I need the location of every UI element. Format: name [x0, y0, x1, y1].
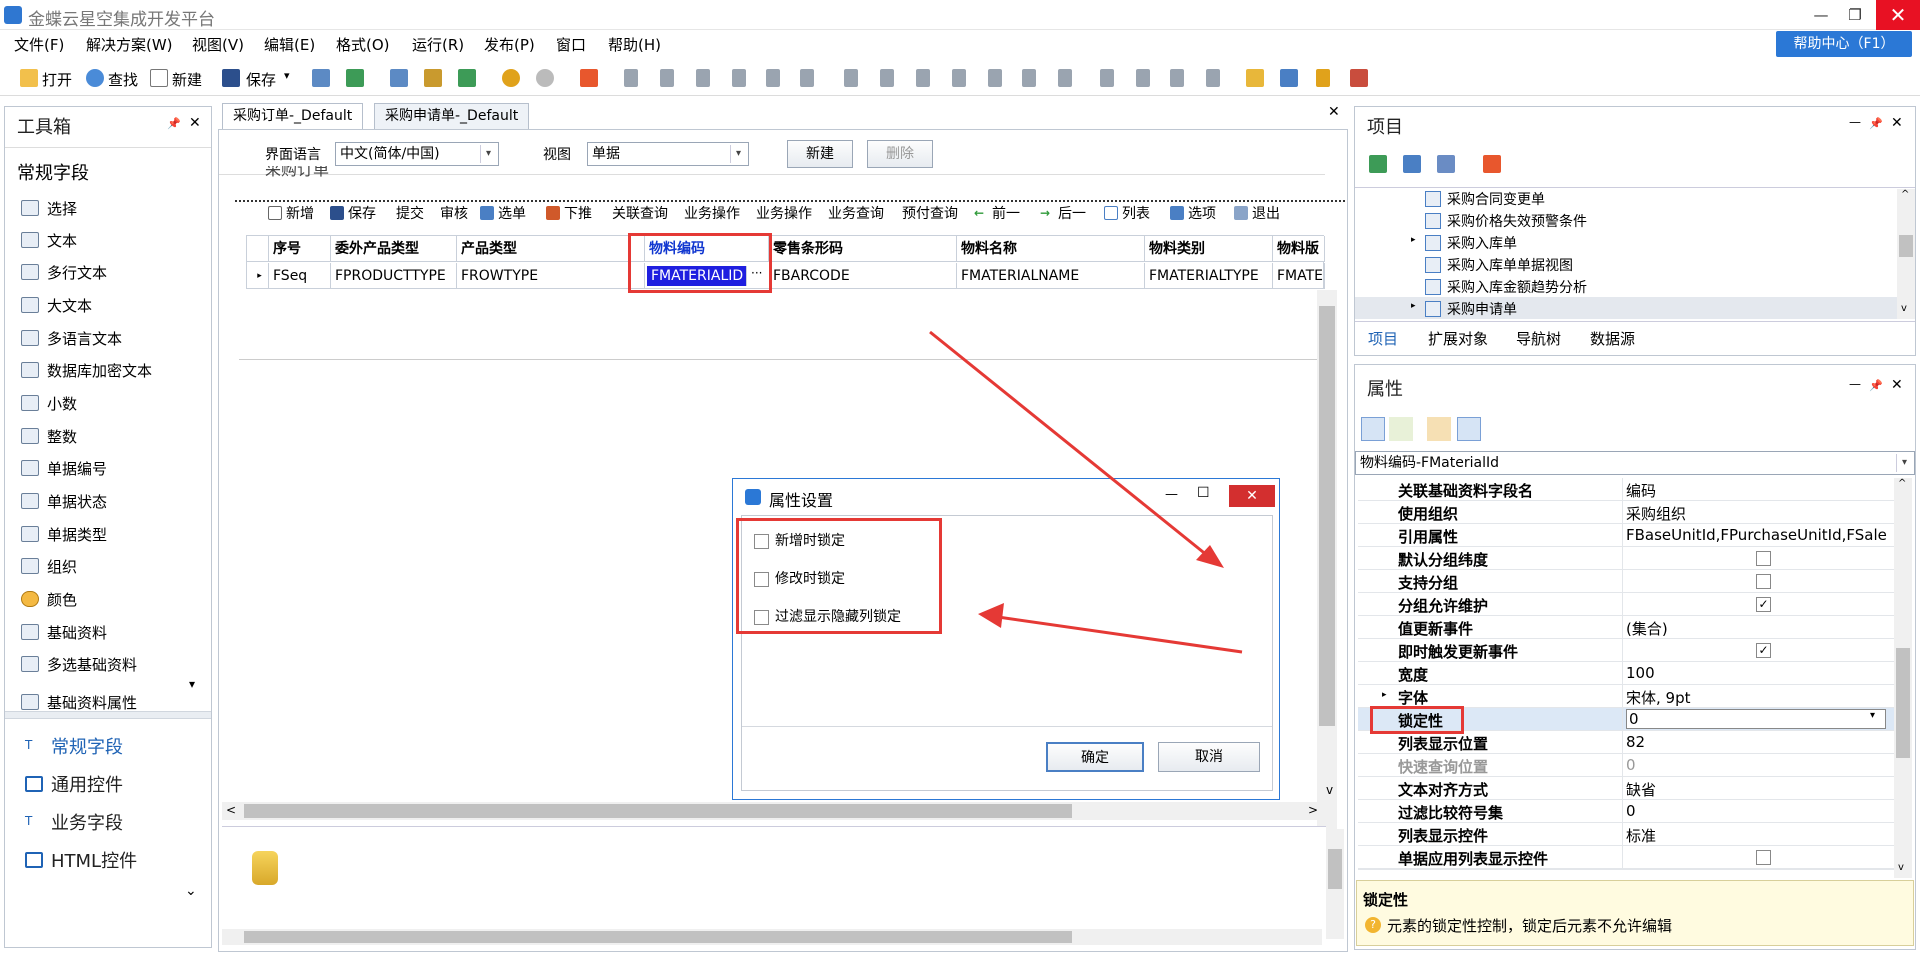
prop-row[interactable]: 文本对齐方式 缺省	[1358, 777, 1894, 800]
pin-icon[interactable]: 📌	[1869, 379, 1883, 392]
checkbox[interactable]	[1756, 551, 1771, 566]
refresh-icon[interactable]	[1369, 155, 1387, 173]
scroll-down-icon[interactable]: v	[1898, 862, 1904, 873]
doc-icon	[1425, 301, 1441, 317]
tab-data-source[interactable]: 数据源	[1590, 328, 1635, 349]
property-description: 锁定性 ? 元素的锁定性控制，锁定后元素不允许编辑	[1356, 880, 1914, 946]
properties-title: 属性	[1367, 379, 1403, 400]
tree-item-purchase-inbound[interactable]: 采购入库单	[1425, 233, 1517, 253]
prop-row[interactable]: 单据应用列表显示控件	[1358, 846, 1894, 869]
properties-vscroll[interactable]: ^ v	[1894, 478, 1912, 878]
pin-icon[interactable]: 📌	[1869, 117, 1883, 130]
prop-row[interactable]: 使用组织 采购组织	[1358, 501, 1894, 524]
checkbox-checked[interactable]: ✓	[1756, 597, 1771, 612]
prop-row[interactable]: 过滤比较符号集 0	[1358, 800, 1894, 823]
checkbox-checked[interactable]: ✓	[1756, 643, 1771, 658]
tree-expander[interactable]: ▸	[1411, 301, 1416, 311]
tree-item-inbound-trend[interactable]: 采购入库金额趋势分析	[1425, 277, 1587, 297]
description-text: 元素的锁定性控制，锁定后元素不允许编辑	[1387, 917, 1673, 935]
arrow-head-2	[978, 603, 1004, 628]
tab-extension-objects[interactable]: 扩展对象	[1428, 328, 1488, 349]
tree-item-inbound-view[interactable]: 采购入库单单据视图	[1425, 255, 1573, 275]
object-selector[interactable]: 物料编码-FMaterialId ▾	[1355, 451, 1915, 475]
tab-project[interactable]: 项目	[1368, 328, 1398, 349]
copy-icon[interactable]	[1403, 155, 1421, 173]
prop-row[interactable]: 关联基础资料字段名 编码	[1358, 478, 1894, 501]
close-icon[interactable]: ✕	[1891, 115, 1903, 131]
property-pages-icon[interactable]	[1427, 417, 1451, 441]
tab-navigation-tree[interactable]: 导航树	[1516, 328, 1561, 349]
tree-expander[interactable]: ▸	[1411, 235, 1416, 245]
scroll-up-icon[interactable]: ^	[1901, 189, 1909, 200]
events-icon[interactable]	[1457, 417, 1481, 441]
panel-minimize-icon[interactable]: —	[1849, 115, 1861, 129]
prop-row[interactable]: 快速查询位置 0	[1358, 754, 1894, 777]
categorized-icon[interactable]	[1361, 417, 1385, 441]
properties-vscroll-thumb[interactable]	[1896, 648, 1910, 758]
prop-row[interactable]: 分组允许维护 ✓	[1358, 593, 1894, 616]
chevron-down-icon[interactable]: ▾	[1870, 710, 1875, 721]
scroll-down-icon[interactable]: v	[1901, 303, 1907, 314]
prop-row[interactable]: ▸ 字体 宋体, 9pt	[1358, 685, 1894, 708]
highlight-lock-property	[1370, 706, 1464, 734]
project-panel: 项目 — 📌 ✕ 采购合同变更单 采购价格失效预警条件 ▸ 采购入库单 采购入库…	[1354, 106, 1916, 356]
prop-row[interactable]: 值更新事件 (集合)	[1358, 616, 1894, 639]
sort-alpha-icon[interactable]	[1389, 417, 1413, 441]
help-icon: ?	[1365, 917, 1381, 933]
doc-icon	[1425, 235, 1441, 251]
checkbox[interactable]	[1756, 850, 1771, 865]
expander-icon[interactable]: ▸	[1382, 690, 1387, 700]
description-title: 锁定性	[1363, 891, 1409, 909]
doc-icon	[1425, 279, 1441, 295]
panel-minimize-icon[interactable]: —	[1849, 377, 1861, 391]
prop-row[interactable]: 默认分组纬度	[1358, 547, 1894, 570]
project-vscroll[interactable]: ^ v	[1897, 189, 1915, 319]
tree-item-contract-change[interactable]: 采购合同变更单	[1425, 189, 1545, 209]
doc-icon	[1425, 191, 1441, 207]
paste-icon[interactable]	[1437, 155, 1455, 173]
scroll-up-icon[interactable]: ^	[1898, 478, 1906, 489]
prop-row[interactable]: 列表显示控件 标准	[1358, 823, 1894, 846]
prop-row[interactable]: 支持分组	[1358, 570, 1894, 593]
arrow-line-1	[929, 330, 1209, 558]
arrow-line-2	[997, 615, 1243, 654]
prop-row[interactable]: 即时触发更新事件 ✓	[1358, 639, 1894, 662]
prop-row[interactable]: 宽度 100	[1358, 662, 1894, 685]
close-icon[interactable]: ✕	[1891, 377, 1903, 393]
chevron-down-icon: ▾	[1896, 454, 1912, 472]
project-title: 项目	[1367, 117, 1403, 138]
prop-row[interactable]: 引用属性 FBaseUnitId,FPurchaseUnitId,FSaleP..…	[1358, 524, 1894, 547]
delete-icon[interactable]	[1483, 155, 1501, 173]
prop-row[interactable]: 列表显示位置 82	[1358, 731, 1894, 754]
tree-item-purchase-request[interactable]: 采购申请单	[1425, 299, 1517, 319]
tree-item-price-warning[interactable]: 采购价格失效预警条件	[1425, 211, 1587, 231]
doc-icon	[1425, 213, 1441, 229]
project-vscroll-thumb[interactable]	[1899, 235, 1913, 257]
checkbox[interactable]	[1756, 574, 1771, 589]
doc-icon	[1425, 257, 1441, 273]
